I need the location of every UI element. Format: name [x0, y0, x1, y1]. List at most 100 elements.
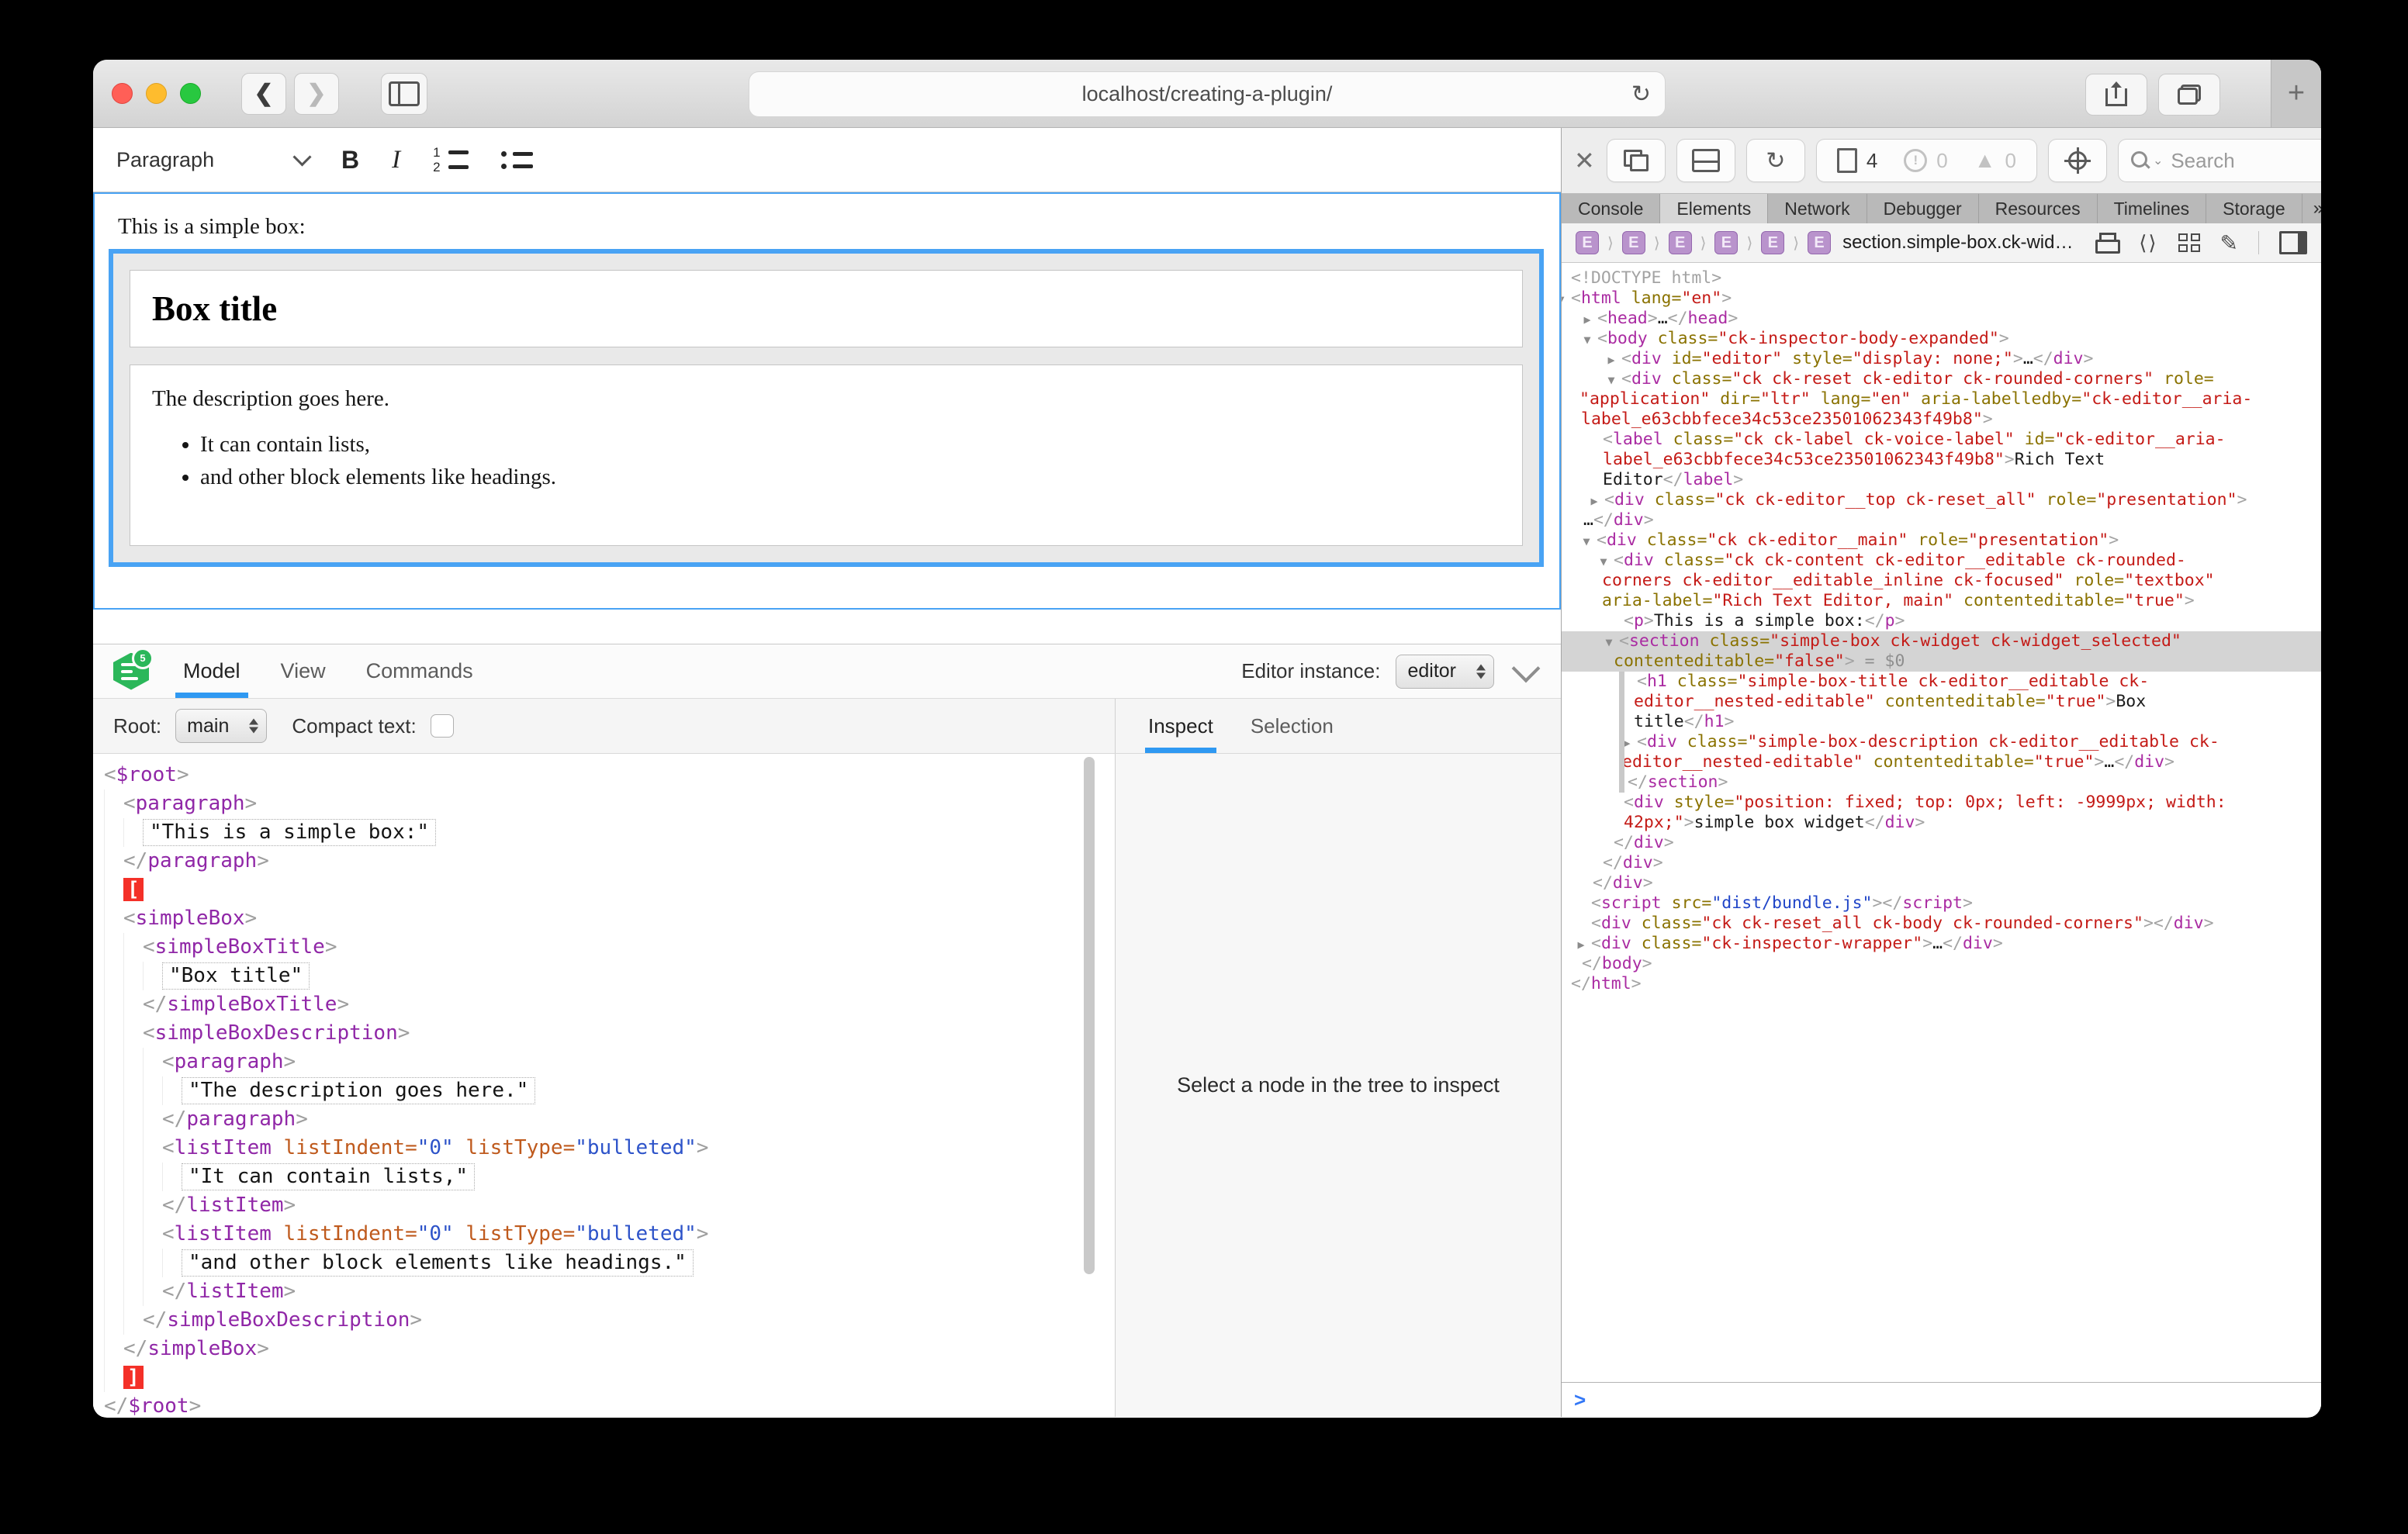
- tree-line[interactable]: "This is a simple box:": [104, 818, 1115, 847]
- disclosure-closed-icon[interactable]: ▶: [1617, 733, 1637, 753]
- source-line[interactable]: "application" dir="ltr" lang="en" aria-l…: [1562, 389, 2321, 409]
- source-line[interactable]: aria-label="Rich Text Editor, main" cont…: [1562, 591, 2321, 611]
- source-line[interactable]: ▼<html lang="en">: [1562, 288, 2321, 309]
- devtools-tab-network[interactable]: Network: [1768, 194, 1867, 223]
- reload-icon[interactable]: ↻: [1631, 81, 1651, 108]
- source-line[interactable]: contenteditable="false"> = $0: [1562, 651, 2321, 672]
- source-line[interactable]: </html>: [1562, 974, 2321, 994]
- sidebar-button[interactable]: [381, 73, 427, 115]
- tree-line[interactable]: <simpleBoxTitle>: [104, 933, 1115, 962]
- bold-button[interactable]: B: [341, 146, 359, 174]
- source-line[interactable]: </div>: [1562, 853, 2321, 873]
- tree-line[interactable]: "It can contain lists,": [104, 1163, 1115, 1191]
- element-badge[interactable]: E: [1669, 231, 1692, 254]
- source-line[interactable]: <label class="ck ck-label ck-voice-label…: [1562, 430, 2321, 450]
- collapse-inspector-icon[interactable]: [1512, 654, 1541, 682]
- tree-line[interactable]: </paragraph>: [104, 847, 1115, 876]
- tree-line[interactable]: <paragraph>: [104, 1048, 1115, 1076]
- source-line[interactable]: ▼<body class="ck-inspector-body-expanded…: [1562, 329, 2321, 349]
- source-line[interactable]: …</div>: [1562, 510, 2321, 530]
- editor-instance-select[interactable]: editor: [1396, 655, 1494, 689]
- tree-line[interactable]: </paragraph>: [104, 1105, 1115, 1134]
- paragraph-dropdown[interactable]: Paragraph: [116, 148, 309, 172]
- share-button[interactable]: [2085, 74, 2147, 116]
- address-bar[interactable]: localhost/creating-a-plugin/ ↻: [749, 72, 1665, 116]
- tree-line[interactable]: <listItem listIndent="0" listType="bulle…: [104, 1220, 1115, 1249]
- source-line[interactable]: ▼<div class="ck ck-reset ck-editor ck-ro…: [1562, 369, 2321, 389]
- disclosure-open-icon[interactable]: ▼: [1601, 370, 1621, 390]
- source-line[interactable]: <script src="dist/bundle.js"></script>: [1562, 893, 2321, 914]
- element-badge[interactable]: E: [1576, 231, 1599, 254]
- intro-paragraph[interactable]: This is a simple box:: [118, 214, 1544, 240]
- rich-text-editor[interactable]: This is a simple box: Box title The desc…: [93, 192, 1561, 610]
- source-line[interactable]: ▶<div class="ck-inspector-wrapper">…</di…: [1562, 934, 2321, 954]
- source-line[interactable]: <div style="position: fixed; top: 0px; l…: [1562, 793, 2321, 813]
- italic-button[interactable]: I: [392, 146, 400, 174]
- compact-text-checkbox[interactable]: [431, 714, 454, 738]
- devtools-tab-console[interactable]: Console: [1562, 194, 1660, 223]
- dock-side-button[interactable]: [1607, 140, 1665, 181]
- tree-line[interactable]: </$root>: [104, 1392, 1115, 1417]
- tree-line[interactable]: "Box title": [104, 962, 1115, 990]
- disclosure-closed-icon[interactable]: ▶: [1571, 935, 1591, 955]
- source-line[interactable]: label_e63cbbfece34c53ce23501062343f49b8"…: [1562, 409, 2321, 430]
- source-line[interactable]: label_e63cbbfece34c53ce23501062343f49b8"…: [1562, 450, 2321, 470]
- source-line[interactable]: ▼<div class="ck ck-editor__main" role="p…: [1562, 530, 2321, 551]
- inspector-tab-model[interactable]: Model: [180, 644, 244, 698]
- source-line[interactable]: 42px;">simple box widget</div>: [1562, 813, 2321, 833]
- source-line[interactable]: </div>: [1562, 873, 2321, 893]
- tree-line[interactable]: "The description goes here.": [104, 1076, 1115, 1105]
- simple-box-description[interactable]: The description goes here. It can contai…: [130, 364, 1523, 546]
- side-tab-selection[interactable]: Selection: [1251, 699, 1334, 753]
- tree-line[interactable]: ]: [104, 1363, 1115, 1392]
- devtools-tab-timelines[interactable]: Timelines: [2098, 194, 2207, 223]
- styles-brush-icon[interactable]: ✎: [2220, 230, 2238, 256]
- source-line[interactable]: ▼<section class="simple-box ck-widget ck…: [1562, 631, 2321, 651]
- tree-scrollbar[interactable]: [1084, 757, 1095, 1274]
- source-line[interactable]: <div class="ck ck-reset_all ck-body ck-r…: [1562, 914, 2321, 934]
- tree-line[interactable]: <listItem listIndent="0" listType="bulle…: [104, 1134, 1115, 1163]
- devtools-tab-storage[interactable]: Storage: [2206, 194, 2302, 223]
- more-tabs-button[interactable]: »: [2302, 194, 2321, 223]
- source-code-icon[interactable]: ⟨⟩: [2139, 231, 2157, 255]
- dock-bottom-button[interactable]: [1677, 140, 1735, 181]
- source-line[interactable]: ▼<div class="ck ck-content ck-editor__ed…: [1562, 551, 2321, 571]
- devtools-tab-resources[interactable]: Resources: [1979, 194, 2098, 223]
- element-badge[interactable]: E: [1714, 231, 1738, 254]
- list-item[interactable]: It can contain lists,: [200, 432, 1500, 458]
- disclosure-open-icon[interactable]: ▼: [1562, 289, 1571, 309]
- simple-box-widget[interactable]: Box title The description goes here. It …: [109, 249, 1544, 567]
- disclosure-closed-icon[interactable]: ▶: [1584, 491, 1604, 511]
- devtools-tab-debugger[interactable]: Debugger: [1867, 194, 1979, 223]
- close-window-button[interactable]: [112, 83, 133, 104]
- minimize-window-button[interactable]: [146, 83, 167, 104]
- zoom-window-button[interactable]: [180, 83, 201, 104]
- disclosure-closed-icon[interactable]: ▶: [1577, 309, 1597, 330]
- source-line[interactable]: ▶<div class="ck ck-editor__top ck-reset_…: [1562, 490, 2321, 510]
- grid-overlay-icon[interactable]: [2178, 233, 2200, 252]
- disclosure-closed-icon[interactable]: ▶: [1601, 350, 1621, 370]
- inspector-tab-view[interactable]: View: [278, 644, 329, 698]
- tree-line[interactable]: </simpleBox>: [104, 1335, 1115, 1363]
- root-select[interactable]: main: [175, 709, 267, 743]
- bulleted-list-button[interactable]: [501, 151, 533, 169]
- simple-box-title[interactable]: Box title: [130, 270, 1523, 347]
- tree-line[interactable]: <simpleBox>: [104, 904, 1115, 933]
- quick-console[interactable]: >: [1562, 1382, 2321, 1417]
- back-button[interactable]: ❮: [241, 73, 286, 115]
- side-tab-inspect[interactable]: Inspect: [1148, 699, 1213, 753]
- print-icon[interactable]: [2095, 233, 2119, 253]
- tree-line[interactable]: "and other block elements like headings.…: [104, 1249, 1115, 1277]
- source-line[interactable]: ▶<head>…</head>: [1562, 309, 2321, 329]
- tree-line[interactable]: </simpleBoxTitle>: [104, 990, 1115, 1019]
- disclosure-open-icon[interactable]: ▼: [1576, 531, 1597, 551]
- source-line[interactable]: ▶<div class="simple-box-description ck-e…: [1562, 732, 2321, 752]
- source-line[interactable]: corners ck-editor__editable_inline ck-fo…: [1562, 571, 2321, 591]
- element-picker-button[interactable]: [2049, 140, 2106, 181]
- source-line[interactable]: editor__nested-editable" contenteditable…: [1562, 752, 2321, 772]
- tab-overview-button[interactable]: [2158, 74, 2220, 116]
- source-line[interactable]: <!DOCTYPE html>: [1562, 268, 2321, 288]
- tree-line[interactable]: <$root>: [104, 761, 1115, 789]
- devtools-search-field[interactable]: ⌄ Search: [2119, 140, 2321, 181]
- source-line[interactable]: editor__nested-editable" contenteditable…: [1562, 692, 2321, 712]
